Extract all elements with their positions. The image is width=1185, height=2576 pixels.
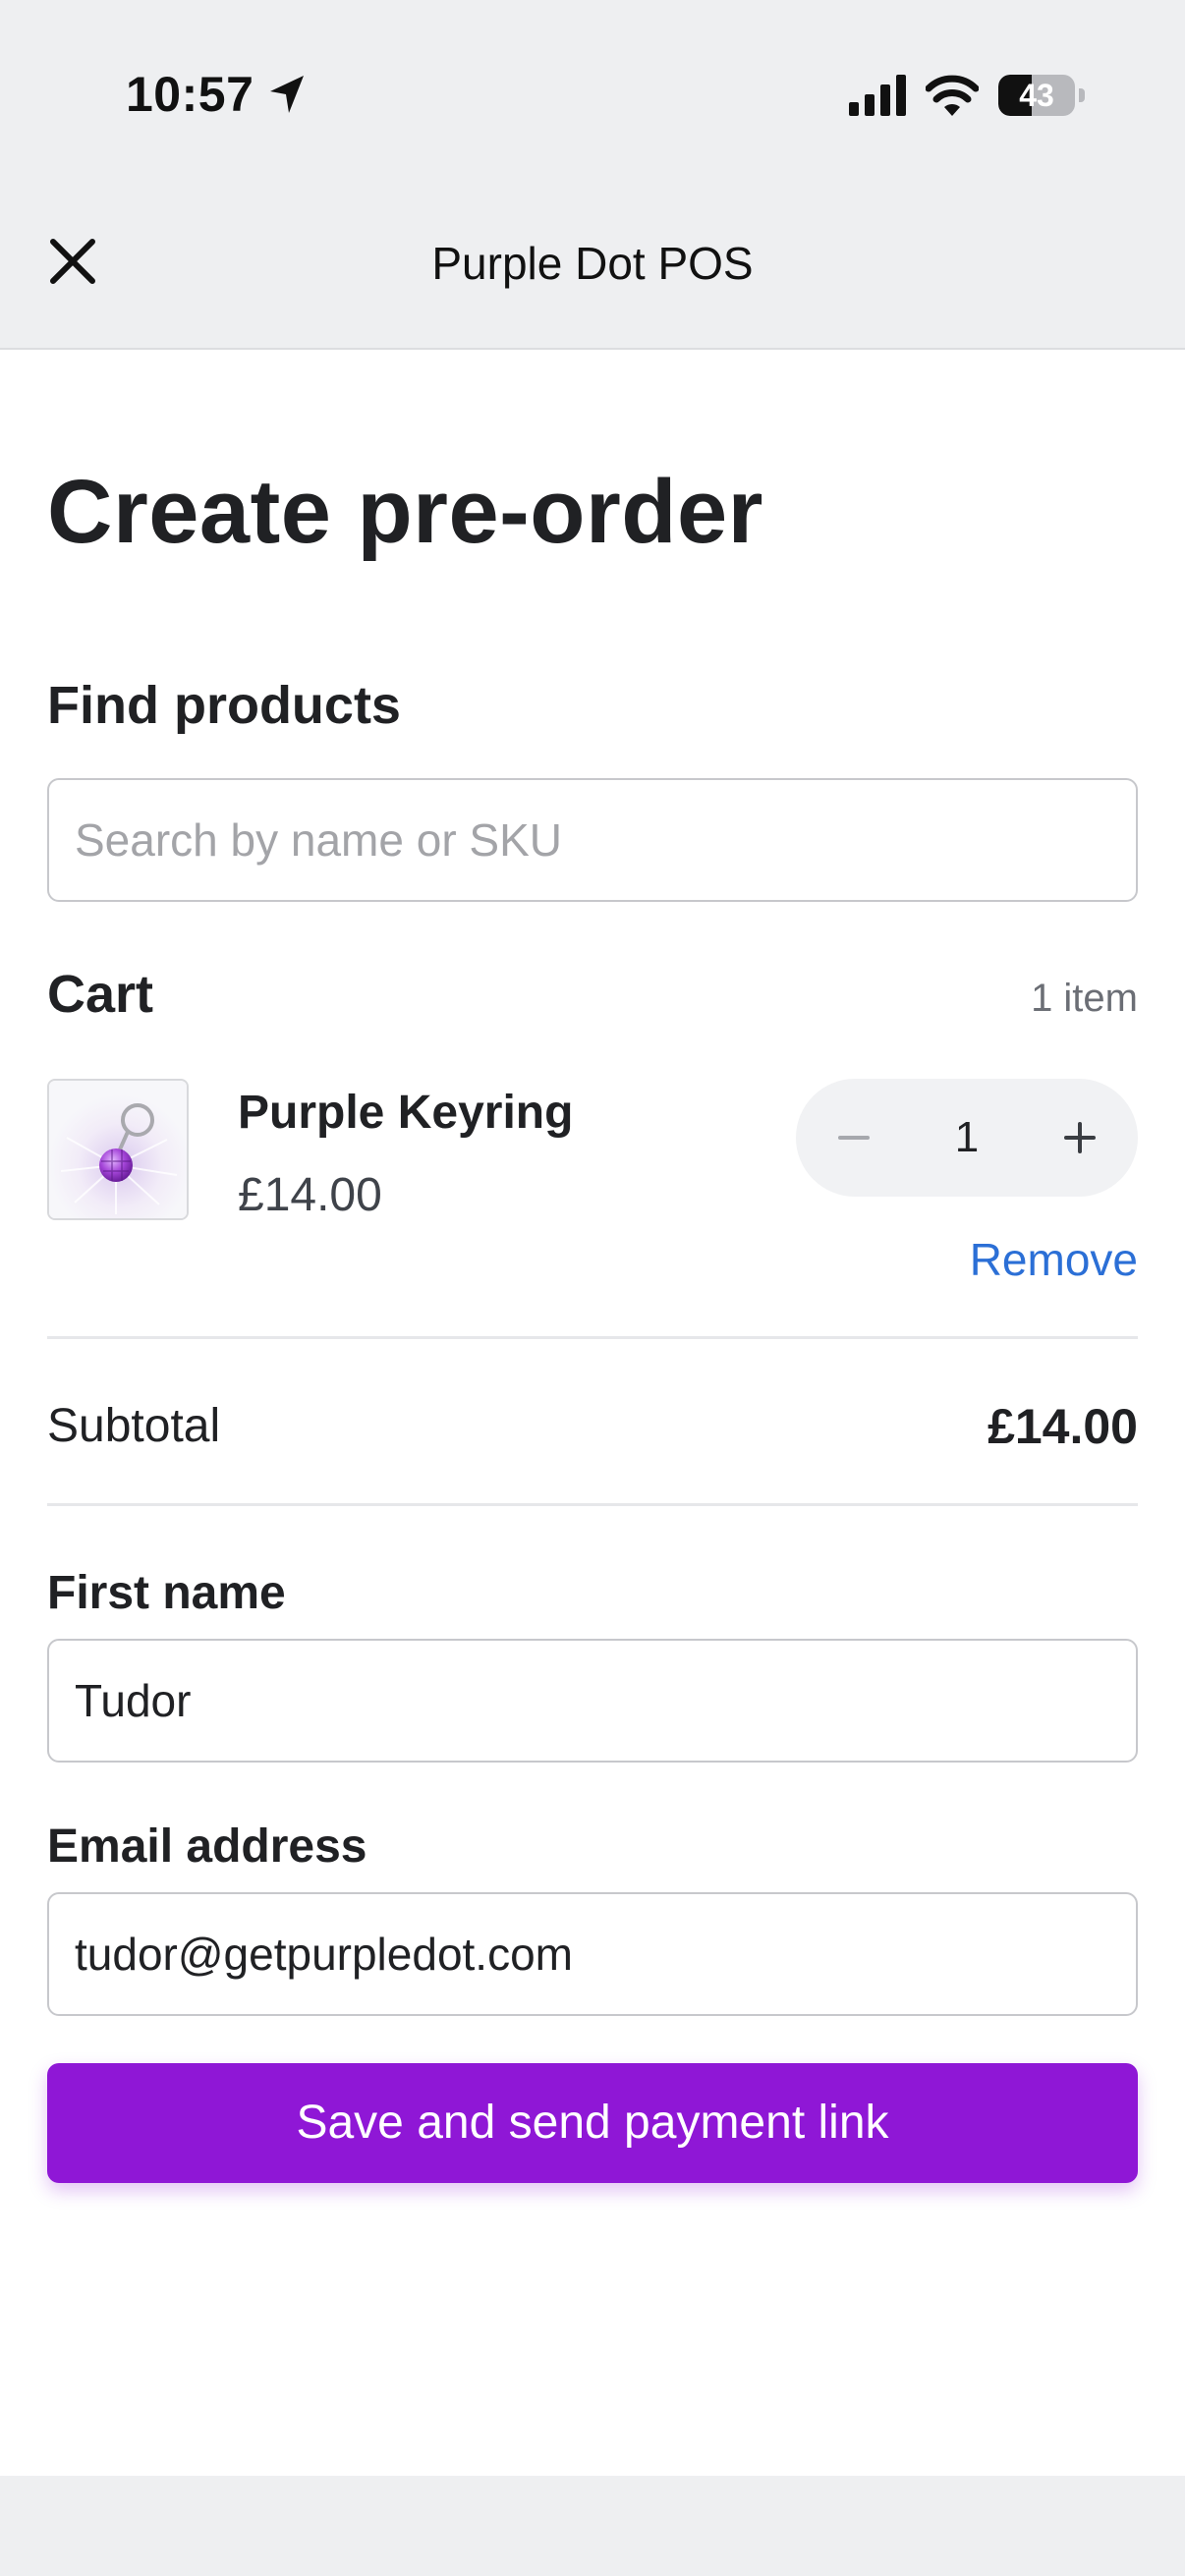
quantity-value: 1: [954, 1113, 980, 1161]
find-products-heading: Find products: [47, 676, 401, 735]
wifi-icon: [926, 75, 979, 116]
increase-quantity-button[interactable]: [1026, 1079, 1134, 1197]
cart-item-count: 1 item: [1031, 977, 1138, 1020]
product-search-input[interactable]: [47, 778, 1138, 902]
quantity-stepper: 1: [796, 1079, 1138, 1197]
battery-level: 43: [1019, 78, 1054, 113]
keyring-product-image: [49, 1081, 187, 1218]
subtotal-value: £14.00: [988, 1399, 1138, 1454]
product-name: Purple Keyring: [238, 1087, 574, 1139]
divider: [47, 1336, 1138, 1339]
plus-icon: [1064, 1122, 1096, 1153]
first-name-label: First name: [47, 1567, 286, 1619]
email-label: Email address: [47, 1820, 367, 1873]
subtotal-label: Subtotal: [47, 1400, 221, 1452]
minus-icon: [838, 1136, 870, 1140]
bottom-bar: [0, 2476, 1185, 2576]
header-title: Purple Dot POS: [431, 238, 754, 289]
battery-cap: [1079, 88, 1085, 102]
top-chrome: 10:57 43 Purple Dot POS: [0, 0, 1185, 350]
product-price: £14.00: [238, 1169, 382, 1221]
decrease-quantity-button[interactable]: [800, 1079, 908, 1197]
cart-heading: Cart: [47, 965, 154, 1024]
save-and-send-payment-link-button[interactable]: Save and send payment link: [47, 2063, 1138, 2183]
remove-item-link[interactable]: Remove: [970, 1230, 1138, 1289]
page-title: Create pre-order: [47, 462, 763, 562]
battery-body: 43: [998, 75, 1075, 116]
status-time: 10:57: [126, 67, 254, 122]
email-field[interactable]: [47, 1892, 1138, 2016]
cellular-signal-icon: [849, 75, 906, 116]
first-name-field[interactable]: [47, 1639, 1138, 1763]
product-image: [47, 1079, 189, 1220]
location-arrow-icon: [270, 76, 304, 113]
battery-icon: 43: [998, 75, 1085, 116]
divider: [47, 1503, 1138, 1506]
